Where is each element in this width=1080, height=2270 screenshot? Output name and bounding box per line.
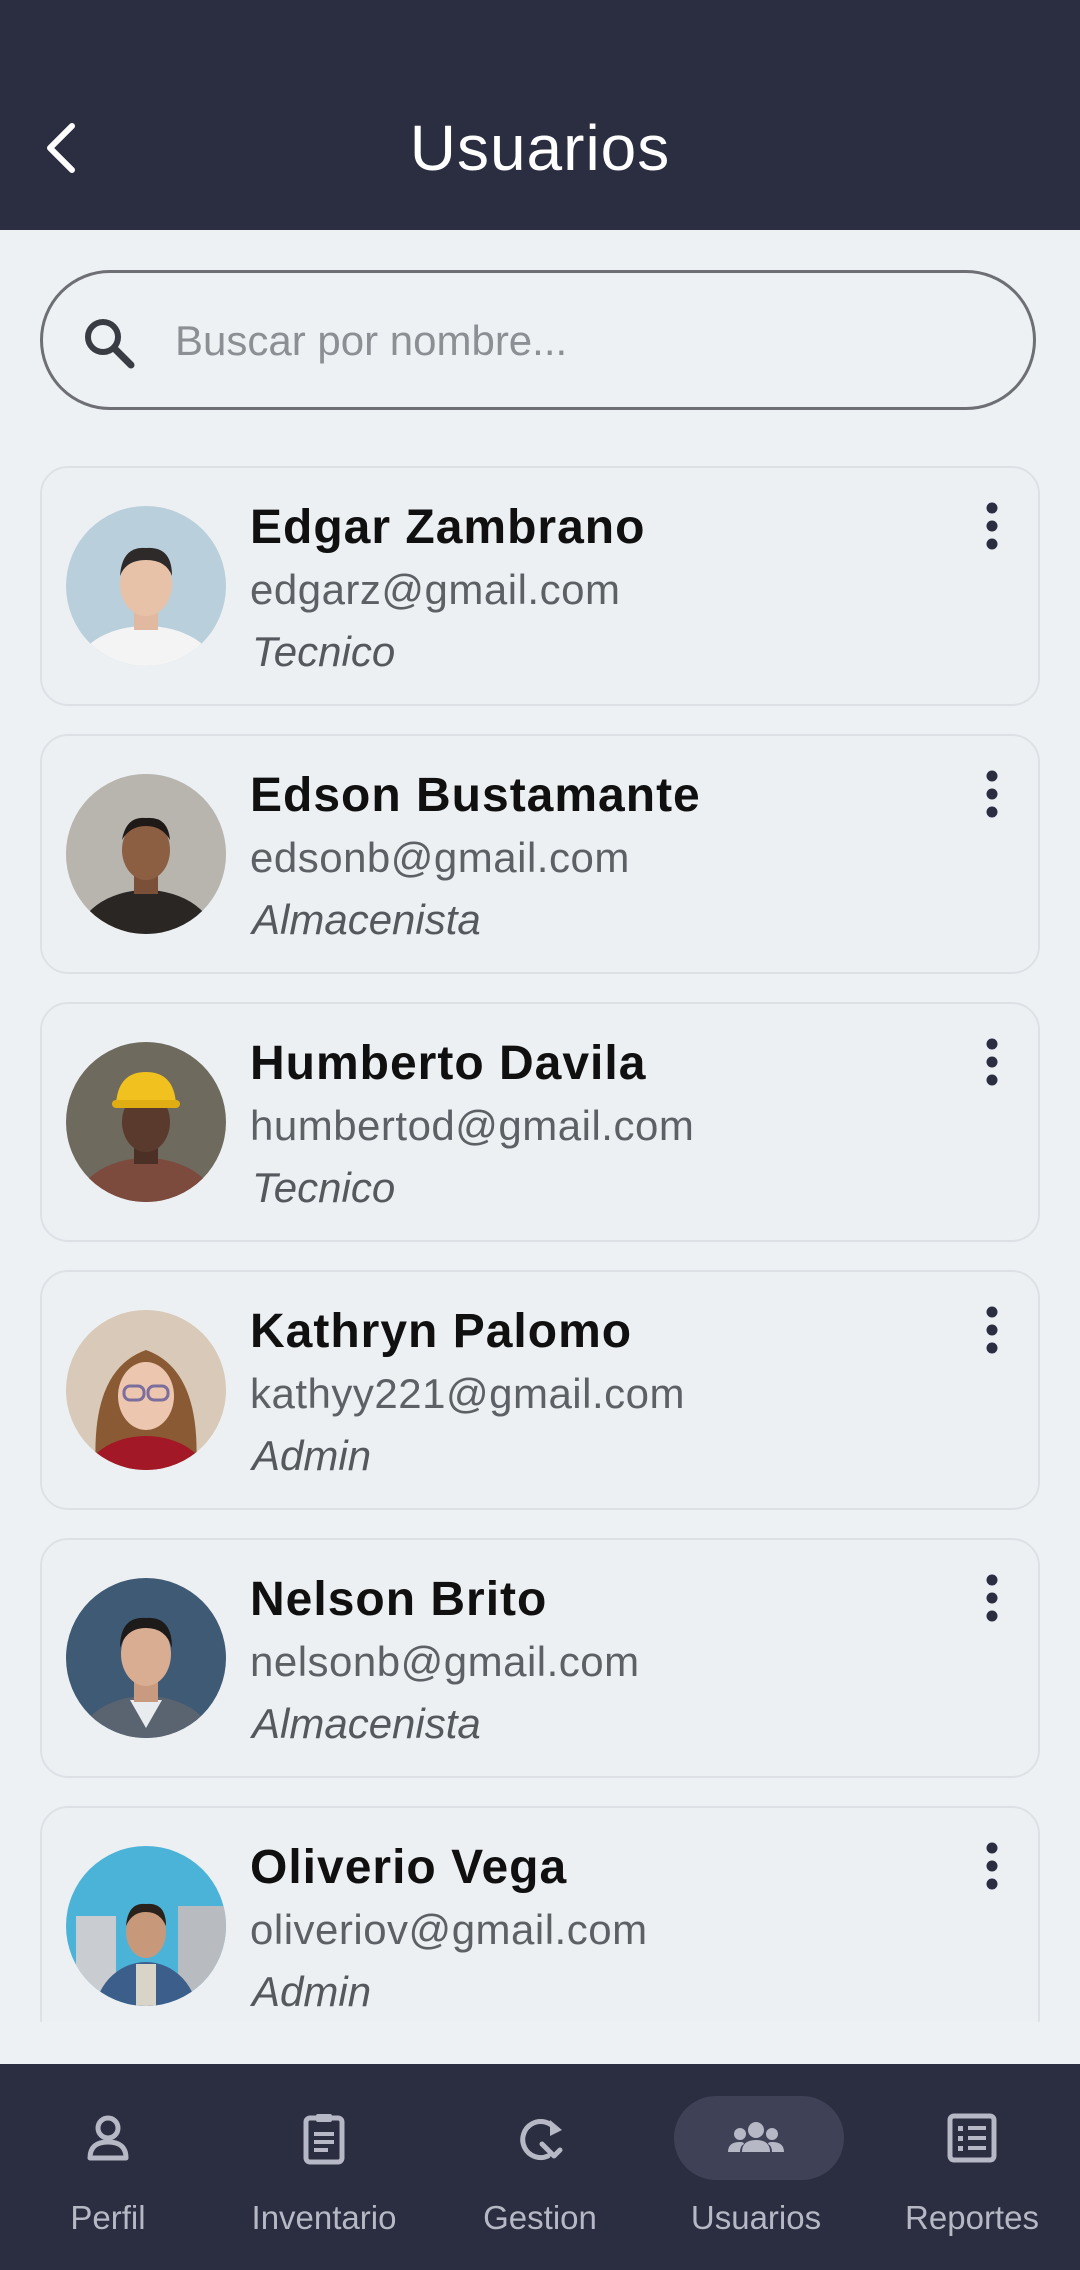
more-options-button[interactable]: [968, 1298, 1016, 1362]
avatar: [66, 1042, 226, 1202]
nav-label: Gestion: [483, 2199, 597, 2236]
more-vertical-icon: [986, 770, 998, 818]
avatar: [66, 774, 226, 934]
search-input[interactable]: [173, 293, 997, 389]
more-options-button[interactable]: [968, 1834, 1016, 1898]
search-bar[interactable]: [40, 270, 1036, 410]
app-header: Usuarios: [0, 0, 1080, 230]
user-card[interactable]: Humberto Davila humbertod@gmail.com Tecn…: [40, 1002, 1040, 1242]
nav-item-inventario[interactable]: Inventario: [216, 2064, 432, 2270]
nav-label: Usuarios: [690, 2199, 822, 2236]
more-options-button[interactable]: [968, 762, 1016, 826]
nav-item-gestion[interactable]: Gestion: [432, 2064, 648, 2270]
user-email: edsonb@gmail.com: [250, 834, 630, 881]
user-card[interactable]: Edgar Zambrano edgarz@gmail.com Tecnico: [40, 466, 1040, 706]
user-name: Kathryn Palomo: [250, 1305, 633, 1358]
avatar: [66, 506, 226, 666]
user-role: Tecnico: [252, 1164, 396, 1211]
more-options-button[interactable]: [968, 1566, 1016, 1630]
user-card[interactable]: Kathryn Palomo kathyy221@gmail.com Admin: [40, 1270, 1040, 1510]
more-options-button[interactable]: [968, 494, 1016, 558]
refresh-wrench-icon: [520, 2119, 563, 2161]
report-list-icon: [947, 2113, 997, 2163]
avatar: [66, 1578, 226, 1738]
user-role: Tecnico: [252, 628, 396, 675]
clipboard-icon: [303, 2114, 345, 2165]
user-list: Edgar Zambrano edgarz@gmail.com Tecnico …: [40, 466, 1040, 2022]
more-vertical-icon: [986, 1574, 998, 1622]
avatar: [66, 1846, 226, 2006]
user-name: Edson Bustamante: [250, 769, 701, 822]
group-icon: [728, 2122, 784, 2152]
nav-label: Reportes: [905, 2199, 1039, 2236]
user-name: Humberto Davila: [250, 1037, 647, 1090]
user-role: Almacenista: [252, 896, 481, 943]
more-vertical-icon: [986, 502, 998, 550]
user-email: oliveriov@gmail.com: [250, 1906, 648, 1953]
more-vertical-icon: [986, 1306, 998, 1354]
nav-label: Perfil: [70, 2199, 146, 2236]
user-name: Nelson Brito: [250, 1573, 548, 1626]
user-name: Edgar Zambrano: [250, 501, 646, 554]
person-icon: [87, 2115, 129, 2161]
user-card[interactable]: Nelson Brito nelsonb@gmail.com Almacenis…: [40, 1538, 1040, 1778]
nav-label: Inventario: [251, 2199, 397, 2236]
user-card[interactable]: Edson Bustamante edsonb@gmail.com Almace…: [40, 734, 1040, 974]
user-email: humbertod@gmail.com: [250, 1102, 695, 1149]
avatar: [66, 1310, 226, 1470]
user-email: nelsonb@gmail.com: [250, 1638, 640, 1685]
user-name: Oliverio Vega: [250, 1841, 568, 1894]
more-vertical-icon: [986, 1038, 998, 1086]
user-role: Admin: [252, 1432, 372, 1479]
more-vertical-icon: [986, 1842, 998, 1890]
user-email: kathyy221@gmail.com: [250, 1370, 685, 1417]
nav-item-perfil[interactable]: Perfil: [0, 2064, 216, 2270]
nav-item-reportes[interactable]: Reportes: [864, 2064, 1080, 2270]
page-title: Usuarios: [409, 112, 671, 184]
search-icon: [77, 311, 141, 375]
user-role: Admin: [252, 1968, 372, 2015]
user-card[interactable]: Oliverio Vega oliveriov@gmail.com Admin: [40, 1806, 1040, 2022]
bottom-navigation: Perfil Inventario Gestion Usuarios Repor…: [0, 2064, 1080, 2270]
user-role: Almacenista: [252, 1700, 481, 1747]
nav-item-usuarios[interactable]: Usuarios: [648, 2064, 864, 2270]
more-options-button[interactable]: [968, 1030, 1016, 1094]
user-email: edgarz@gmail.com: [250, 566, 621, 613]
